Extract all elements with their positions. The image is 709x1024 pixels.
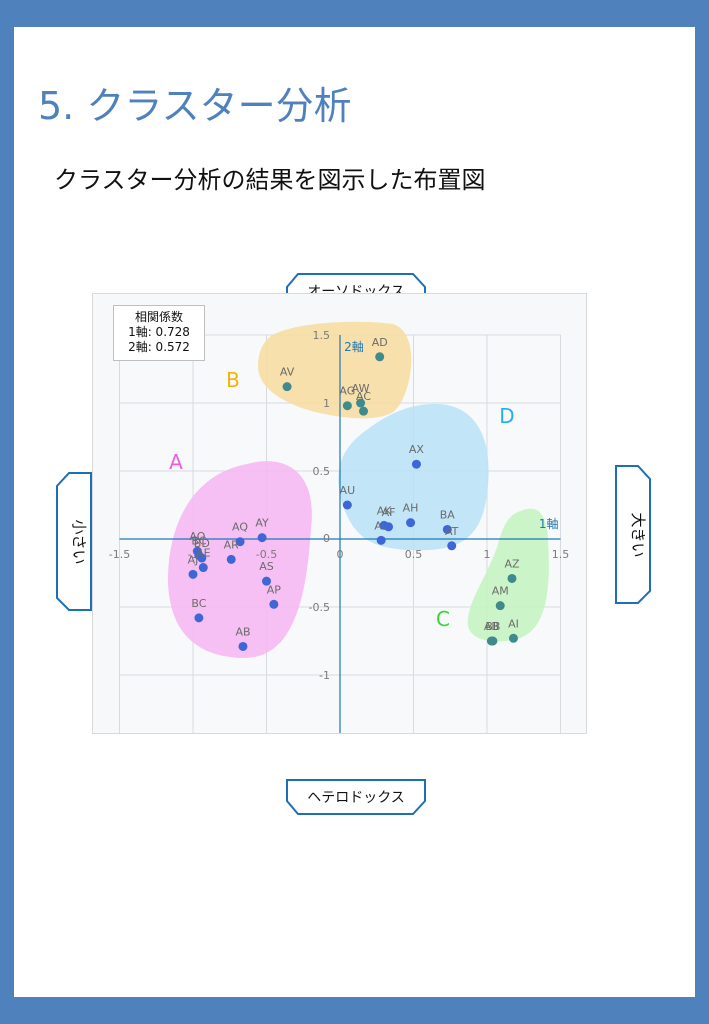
data-point-ad	[375, 352, 385, 362]
y-tick-label: -1	[319, 669, 330, 682]
data-point-ab	[238, 641, 248, 651]
slide-subtitle: クラスター分析の結果を図示した布置図	[54, 166, 486, 194]
correlation-axis2: 2軸: 0.572	[128, 340, 190, 354]
cluster-a-label: A	[169, 450, 183, 474]
data-point-ap	[269, 599, 279, 609]
label-bottom-heterodox: ヘテロドックス	[286, 779, 426, 815]
point-label-ax: AX	[409, 443, 425, 456]
data-point-ae	[198, 563, 208, 573]
x-tick-label: -1.5	[109, 548, 130, 561]
point-label-ar: AR	[224, 538, 240, 551]
cluster-b-label: B	[226, 368, 240, 392]
point-label-ah: AH	[403, 502, 419, 515]
data-point-am	[495, 601, 505, 611]
point-label-ac: AC	[356, 390, 371, 403]
y-axis-label: 2軸	[344, 340, 364, 354]
data-point-bc	[194, 613, 204, 623]
data-point-az	[507, 573, 517, 583]
x-tick-label: 1.5	[552, 548, 570, 561]
point-label-bb: BB	[485, 620, 500, 633]
point-label-ba: BA	[440, 508, 456, 521]
data-point-au	[342, 500, 352, 510]
point-label-aq: AQ	[232, 521, 248, 534]
y-tick-label: -0.5	[309, 601, 330, 614]
point-label-az: AZ	[504, 557, 520, 570]
correlation-axis1: 1軸: 0.728	[128, 325, 190, 339]
x-tick-label: 0	[337, 548, 344, 561]
label-right-large: 大きい	[615, 465, 651, 604]
point-label-ap: AP	[267, 583, 282, 596]
y-tick-label: 1	[323, 397, 330, 410]
data-point-ai	[508, 633, 518, 643]
data-point-al	[376, 535, 386, 545]
point-label-af: AF	[382, 506, 396, 519]
data-point-av	[282, 382, 292, 392]
point-label-as: AS	[259, 560, 274, 573]
point-label-al: AL	[374, 519, 389, 532]
label-left-small: 小さい	[56, 472, 92, 611]
y-tick-label: 0	[323, 532, 330, 545]
data-point-aj	[188, 569, 198, 579]
data-point-ag	[342, 401, 352, 411]
data-point-ac	[359, 406, 369, 416]
correlation-box: 相関係数 1軸: 0.728 2軸: 0.572	[113, 305, 205, 361]
point-label-au: AU	[340, 484, 356, 497]
data-point-at	[447, 541, 457, 551]
data-point-bb	[488, 636, 498, 646]
data-point-ah	[406, 518, 416, 528]
x-tick-label: 1	[484, 548, 491, 561]
svg-text:大きい: 大きい	[629, 512, 647, 557]
x-axis-label: 1軸	[539, 517, 559, 531]
point-label-bc: BC	[191, 597, 206, 610]
y-tick-label: 1.5	[313, 329, 331, 342]
svg-text:小さい: 小さい	[70, 519, 88, 564]
point-label-aj: AJ	[188, 553, 199, 566]
svg-text:ヘテロドックス: ヘテロドックス	[307, 790, 405, 806]
cluster-d-label: D	[499, 404, 514, 428]
correlation-title: 相関係数	[134, 310, 183, 324]
point-label-ay: AY	[255, 517, 269, 530]
data-point-ax	[411, 459, 421, 469]
x-tick-label: -0.5	[256, 548, 277, 561]
point-label-ab: AB	[235, 625, 250, 638]
section-title: 5. クラスター分析	[38, 84, 352, 128]
point-label-ad: AD	[372, 336, 388, 349]
point-label-at: AT	[445, 525, 459, 538]
point-label-ai: AI	[508, 617, 519, 630]
point-label-av: AV	[280, 366, 295, 379]
data-point-ay	[257, 533, 267, 543]
x-tick-label: 0.5	[405, 548, 423, 561]
cluster-c-label: C	[436, 607, 450, 631]
data-point-ar	[226, 554, 236, 564]
y-tick-label: 0.5	[313, 465, 331, 478]
point-label-am: AM	[492, 585, 509, 598]
